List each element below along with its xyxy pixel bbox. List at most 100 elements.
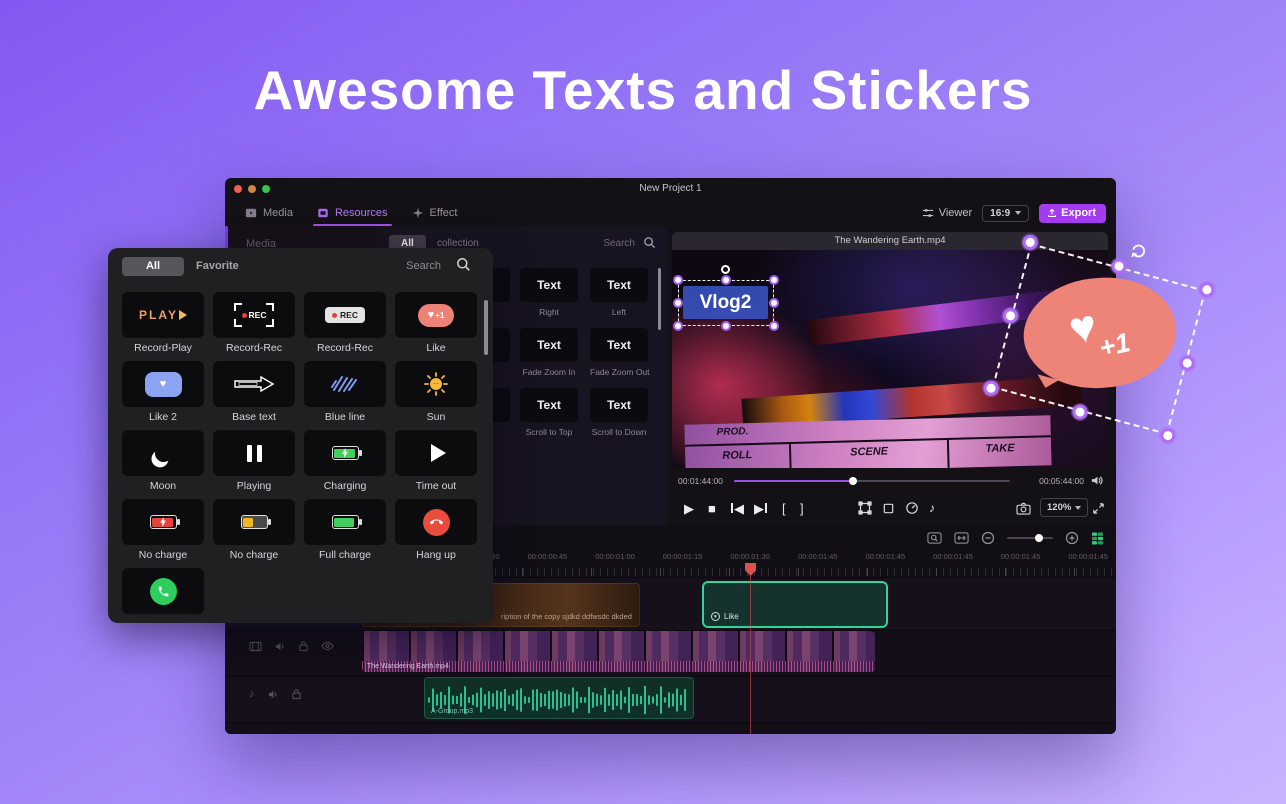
seek-knob[interactable] [848, 477, 857, 485]
sticker-item[interactable]: Playing [213, 430, 295, 494]
stop-button[interactable]: ■ [708, 494, 716, 522]
zoom-in-icon[interactable] [1065, 531, 1079, 545]
next-frame-button[interactable]: ▶ [754, 494, 768, 522]
preview-zoom-dropdown[interactable]: 120% [1040, 498, 1089, 517]
mark-in-button[interactable]: [ [782, 494, 786, 522]
sticker-thumb[interactable] [122, 430, 204, 476]
audio-clip[interactable]: A-Group.mp3 [424, 677, 694, 719]
selection-handle[interactable] [769, 275, 779, 285]
sticker-item[interactable]: ♥ +1 Like [395, 292, 477, 356]
text-preset-thumb[interactable]: Text [590, 328, 648, 362]
search-icon[interactable] [456, 257, 471, 277]
text-preset-thumb[interactable]: Text [520, 328, 578, 362]
sticker-thumb[interactable] [213, 361, 295, 407]
selection-handle[interactable] [673, 321, 683, 331]
text-preset-item[interactable]: Text Left [590, 268, 648, 317]
timeline-zoom-slider[interactable] [1007, 534, 1053, 542]
sticker-thumb[interactable] [122, 499, 204, 545]
text-overlay-selection[interactable]: Vlog2 [673, 265, 779, 331]
sticker-thumb[interactable] [304, 361, 386, 407]
sticker-thumb[interactable] [395, 361, 477, 407]
sticker-thumb[interactable]: ♥ [122, 361, 204, 407]
previous-frame-button[interactable]: ◀ [730, 494, 744, 522]
text-preset-thumb[interactable]: Text [590, 388, 648, 422]
play-button[interactable]: ▶ [684, 494, 694, 522]
tab-media[interactable]: Media [233, 200, 305, 226]
sticker-item[interactable]: Moon [122, 430, 204, 494]
video-clip[interactable]: The Wandering Earth.mp4 [362, 631, 875, 672]
empty-track-lane[interactable] [225, 722, 1116, 734]
track-manager-icon[interactable] [1091, 532, 1104, 545]
sticker-thumb[interactable] [395, 430, 477, 476]
sticker-thumb[interactable] [395, 499, 477, 545]
sticker-item[interactable]: PLAY Record-Play [122, 292, 204, 356]
sticker-panel-scrollbar[interactable] [484, 300, 488, 355]
selection-handle[interactable] [721, 321, 731, 331]
viewer-button[interactable]: Viewer [922, 207, 972, 219]
speaker-icon[interactable] [1090, 474, 1103, 492]
sticker-thumb[interactable]: REC [304, 292, 386, 338]
sticker-thumb[interactable]: PLAY [122, 292, 204, 338]
text-preset-item[interactable]: Text Right [520, 268, 578, 317]
sticker-item[interactable]: ♥ Like 2 [122, 361, 204, 425]
selection-handle[interactable] [673, 275, 683, 285]
text-panel-scrollbar[interactable] [658, 268, 661, 330]
seek-bar[interactable] [734, 477, 1010, 485]
text-preset-item[interactable]: Text Fade Zoom In [520, 328, 578, 377]
search-icon[interactable] [643, 236, 656, 254]
text-preset-thumb[interactable]: Text [590, 268, 648, 302]
selection-handle[interactable] [673, 298, 683, 308]
sticker-item[interactable]: Hang up [395, 499, 477, 563]
speed-button[interactable] [905, 494, 919, 522]
sticker-item[interactable]: Sun [395, 361, 477, 425]
zoom-to-selection-icon[interactable] [927, 531, 942, 545]
selection-handle[interactable] [769, 321, 779, 331]
text-preset-thumb[interactable]: Text [520, 388, 578, 422]
text-preset-item[interactable]: Text Scroll to Down [590, 388, 648, 437]
text-preset-thumb[interactable]: Text [520, 268, 578, 302]
sticker-thumb[interactable]: ♥ +1 [395, 292, 477, 338]
text-panel-search-input[interactable]: Search [603, 238, 635, 249]
lock-track-icon[interactable] [298, 640, 309, 652]
sticker-item[interactable]: No charge [122, 499, 204, 563]
sticker-item[interactable] [122, 568, 204, 623]
text-preset-item[interactable]: Text Fade Zoom Out [590, 328, 650, 377]
sticker-item[interactable]: Charging [304, 430, 386, 494]
sticker-thumb[interactable] [304, 499, 386, 545]
timeline-ruler[interactable]: 00:00:00:3000:00:00:4500:00:01:0000:00:0… [460, 552, 1108, 561]
sticker-item[interactable]: Base text [213, 361, 295, 425]
mute-track-icon[interactable] [267, 689, 279, 700]
sticker-item[interactable]: Time out [395, 430, 477, 494]
playhead-line[interactable] [750, 565, 751, 734]
text-preset-item[interactable]: Text Scroll to Top [520, 388, 578, 437]
sticker-thumb[interactable]: REC [213, 292, 295, 338]
sticker-item[interactable]: REC Record-Rec [213, 292, 295, 356]
selection-handle[interactable] [721, 275, 731, 285]
sticker-tab-favorite[interactable]: Favorite [196, 260, 239, 272]
sticker-clip-selected[interactable]: ♥ Like [702, 581, 888, 628]
aspect-ratio-dropdown[interactable]: 16:9 [982, 204, 1030, 222]
text-overlay[interactable]: Vlog2 [683, 286, 768, 319]
fit-timeline-icon[interactable] [954, 531, 969, 545]
rotate-handle[interactable] [1126, 239, 1149, 266]
lock-track-icon[interactable] [291, 688, 302, 700]
sticker-thumb[interactable] [213, 499, 295, 545]
sticker-item[interactable]: Full charge [304, 499, 386, 563]
tab-resources[interactable]: Resources [305, 200, 400, 226]
hide-track-icon[interactable] [321, 641, 334, 651]
crop-button[interactable] [882, 494, 895, 522]
snapshot-button[interactable] [1016, 494, 1031, 522]
sticker-item[interactable]: Blue line [304, 361, 386, 425]
mute-track-icon[interactable] [274, 641, 286, 652]
audio-button[interactable]: ♪ [929, 494, 935, 522]
selection-handle[interactable] [769, 298, 779, 308]
sticker-tab-all[interactable]: All [122, 257, 184, 276]
sticker-item[interactable]: No charge [213, 499, 295, 563]
transform-button[interactable] [858, 494, 872, 522]
sticker-thumb[interactable] [304, 430, 386, 476]
sticker-thumb[interactable] [213, 430, 295, 476]
tab-effect[interactable]: Effect [400, 200, 470, 226]
fullscreen-button[interactable] [1092, 494, 1105, 522]
sticker-thumb[interactable] [122, 568, 204, 614]
rotate-handle[interactable] [721, 265, 730, 274]
